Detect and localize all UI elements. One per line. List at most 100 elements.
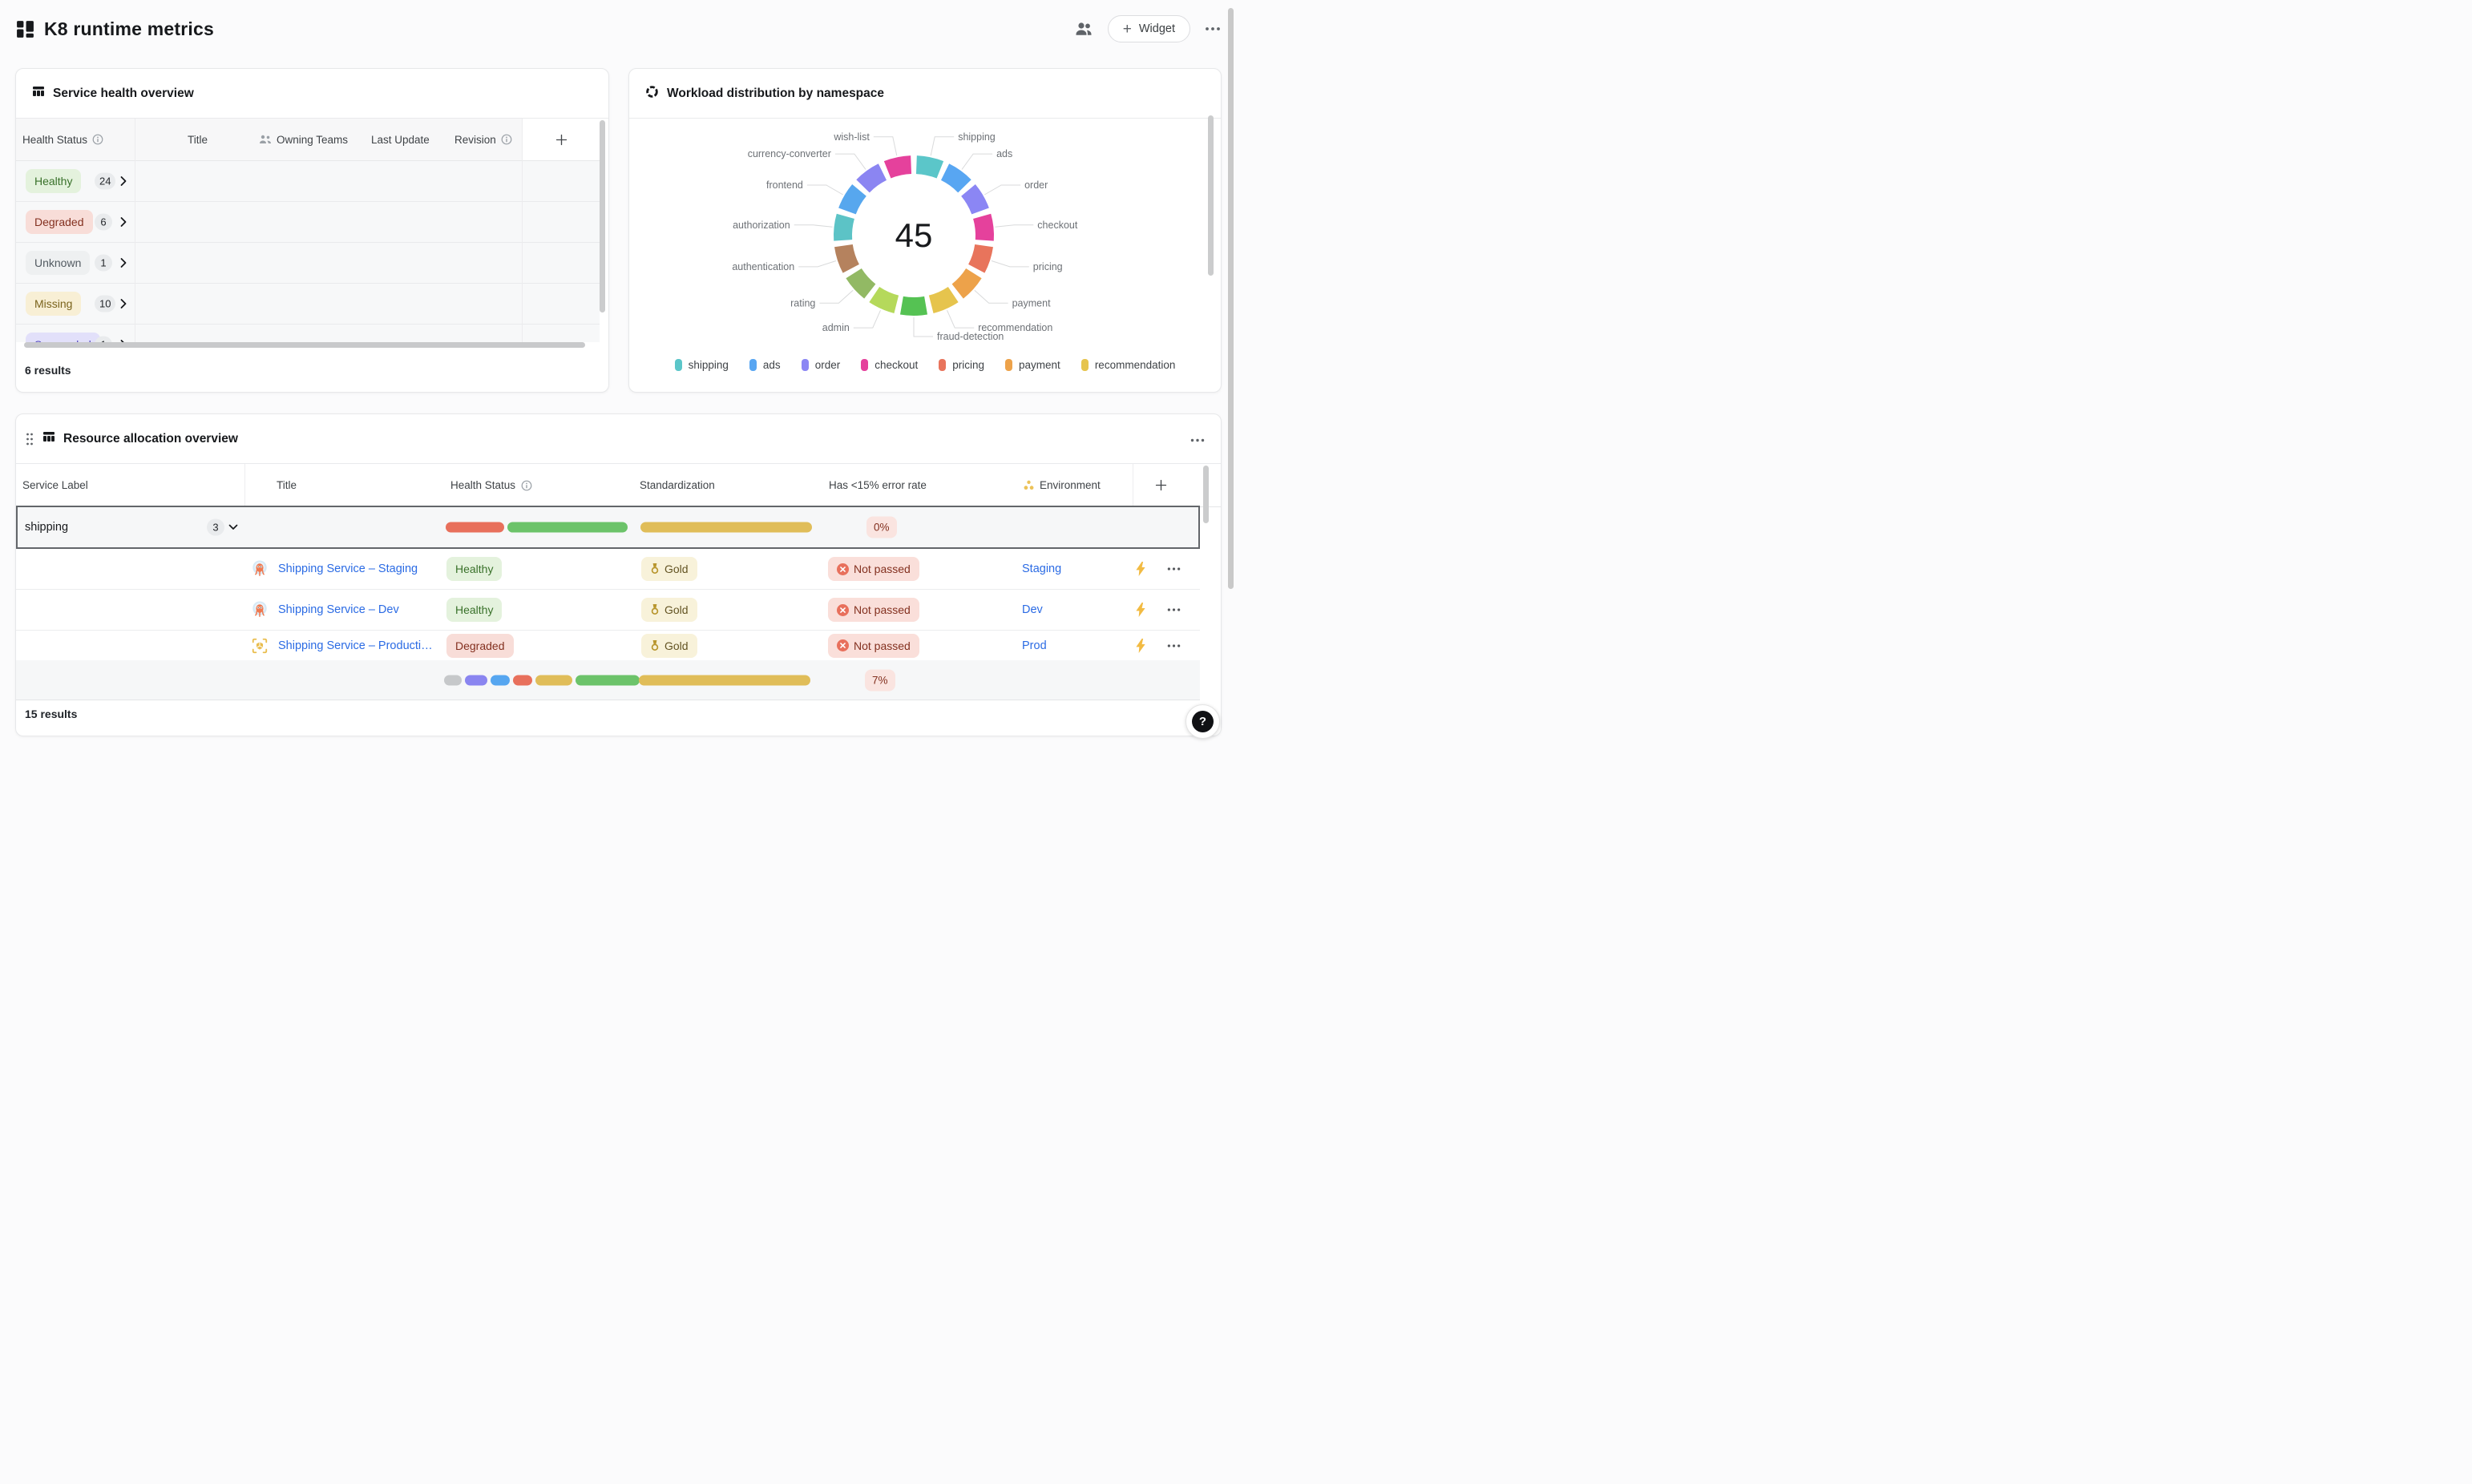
- card-more-menu-icon[interactable]: [1190, 432, 1205, 446]
- table-row[interactable]: Degraded 6: [16, 202, 600, 243]
- lightning-bolt-icon[interactable]: [1135, 562, 1146, 576]
- legend-item-ads[interactable]: ads: [749, 359, 781, 371]
- standardization-bar: [639, 675, 810, 685]
- donut-segment-ads[interactable]: [945, 172, 964, 187]
- lightning-bolt-icon[interactable]: [1135, 639, 1146, 653]
- donut-segment-recommendation[interactable]: [931, 295, 954, 304]
- donut-total: 45: [895, 216, 933, 255]
- donut-label-payment: payment: [1012, 297, 1051, 308]
- chevron-right-icon[interactable]: [120, 299, 127, 309]
- relation-icon: [1024, 480, 1034, 490]
- chevron-right-icon[interactable]: [120, 176, 127, 187]
- column-error-rate[interactable]: Has <15% error rate: [829, 464, 927, 506]
- service-link[interactable]: Shipping Service – Producti…: [278, 639, 433, 652]
- service-link[interactable]: Shipping Service – Dev: [278, 603, 399, 616]
- donut-segment-currency-converter[interactable]: [863, 172, 883, 187]
- environment-link[interactable]: Dev: [1022, 603, 1043, 616]
- count-badge: 1: [95, 255, 112, 272]
- row-menu-icon[interactable]: [1167, 567, 1181, 571]
- table-row[interactable]: Suspended 1: [16, 325, 600, 342]
- environment-link[interactable]: Prod: [1022, 639, 1047, 652]
- circle-x-icon: [837, 563, 849, 575]
- column-service-label[interactable]: Service Label: [22, 464, 88, 506]
- page-scrollbar[interactable]: [1228, 8, 1234, 589]
- row-menu-icon[interactable]: [1167, 608, 1181, 612]
- column-standardization[interactable]: Standardization: [640, 464, 715, 506]
- service-health-card: Service health overview Health Status Ti…: [15, 68, 609, 393]
- legend-item-order[interactable]: order: [802, 359, 841, 371]
- column-title[interactable]: Title: [188, 119, 208, 160]
- service-link[interactable]: Shipping Service – Staging: [278, 563, 418, 575]
- donut-label-authorization: authorization: [733, 220, 790, 231]
- donut-segment-rating[interactable]: [854, 273, 870, 291]
- donut-segment-shipping[interactable]: [916, 165, 939, 170]
- horizontal-scrollbar[interactable]: [24, 342, 585, 348]
- donut-segment-admin[interactable]: [874, 295, 897, 304]
- table-row[interactable]: Shipping Service – Producti… Degraded Go…: [16, 631, 1200, 660]
- table-row[interactable]: Healthy 24: [16, 161, 600, 202]
- donut-chart-icon: [645, 85, 659, 103]
- column-health-status[interactable]: Health Status: [450, 464, 532, 506]
- table-row[interactable]: Shipping Service – Staging Healthy Gold …: [16, 549, 1200, 590]
- error-rate-badge: Not passed: [828, 557, 919, 581]
- standardization-bar: [640, 522, 812, 533]
- status-badge: Missing: [26, 292, 81, 316]
- help-button[interactable]: ?: [1186, 704, 1220, 739]
- label-line: [995, 225, 1033, 228]
- column-health-status[interactable]: Health Status: [22, 119, 103, 160]
- donut-segment-payment[interactable]: [958, 273, 974, 291]
- legend-item-pricing[interactable]: pricing: [939, 359, 984, 371]
- page-more-menu-icon[interactable]: [1205, 26, 1221, 31]
- label-line: [794, 225, 833, 228]
- bar-segment: [446, 522, 504, 533]
- vertical-scrollbar[interactable]: [1208, 115, 1214, 276]
- donut-segment-pricing[interactable]: [976, 246, 984, 269]
- add-column-button[interactable]: [522, 119, 600, 160]
- chevron-down-icon[interactable]: [228, 524, 238, 530]
- column-last-update[interactable]: Last Update: [371, 119, 430, 160]
- chevron-right-icon[interactable]: [120, 258, 127, 268]
- lightning-bolt-icon[interactable]: [1135, 603, 1146, 617]
- add-widget-label: Widget: [1139, 22, 1175, 35]
- question-mark-icon: ?: [1192, 711, 1214, 732]
- donut-segment-checkout[interactable]: [982, 216, 984, 240]
- circle-x-icon: [837, 604, 849, 616]
- legend-item-payment[interactable]: payment: [1005, 359, 1060, 371]
- drag-handle-icon[interactable]: [25, 432, 34, 446]
- environment-link[interactable]: Staging: [1022, 563, 1061, 575]
- vertical-scrollbar[interactable]: [1203, 466, 1209, 523]
- card-title: Service health overview: [53, 87, 194, 101]
- donut-segment-wish-list[interactable]: [887, 165, 911, 170]
- vertical-scrollbar[interactable]: [600, 120, 605, 313]
- legend-item-shipping[interactable]: shipping: [675, 359, 729, 371]
- add-widget-button[interactable]: + Widget: [1108, 15, 1190, 42]
- legend-item-recommendation[interactable]: recommendation: [1081, 359, 1176, 371]
- bar-segment: [640, 522, 812, 533]
- legend-label: recommendation: [1095, 359, 1176, 371]
- column-owning-teams[interactable]: Owning Teams: [259, 119, 348, 160]
- group-row-shipping[interactable]: shipping 3 0%: [16, 506, 1200, 549]
- donut-label-order: order: [1024, 179, 1048, 191]
- shared-users-icon[interactable]: [1074, 19, 1093, 38]
- donut-segment-order[interactable]: [968, 190, 980, 211]
- donut-segment-authorization[interactable]: [842, 216, 845, 240]
- column-title[interactable]: Title: [277, 464, 297, 506]
- donut-label-fraud-detection: fraud-detection: [937, 331, 1004, 342]
- status-badge: Healthy: [26, 169, 81, 193]
- row-menu-icon[interactable]: [1167, 643, 1181, 647]
- column-environment[interactable]: Environment: [1024, 464, 1101, 506]
- legend-item-checkout[interactable]: checkout: [861, 359, 918, 371]
- donut-segment-authentication[interactable]: [843, 246, 850, 269]
- donut-label-rating: rating: [790, 297, 815, 308]
- error-rate-badge: Not passed: [828, 634, 919, 658]
- donut-segment-fraud-detection[interactable]: [902, 305, 926, 306]
- add-column-button[interactable]: [1154, 464, 1168, 506]
- legend-swatch: [675, 359, 682, 371]
- column-revision[interactable]: Revision: [454, 119, 512, 160]
- donut-segment-frontend[interactable]: [847, 190, 859, 211]
- table-row[interactable]: Missing 10: [16, 284, 600, 325]
- table-row[interactable]: Shipping Service – Dev Healthy Gold Not …: [16, 590, 1200, 631]
- table-row[interactable]: Unknown 1: [16, 243, 600, 284]
- chevron-right-icon[interactable]: [120, 217, 127, 228]
- bar-segment: [535, 675, 572, 685]
